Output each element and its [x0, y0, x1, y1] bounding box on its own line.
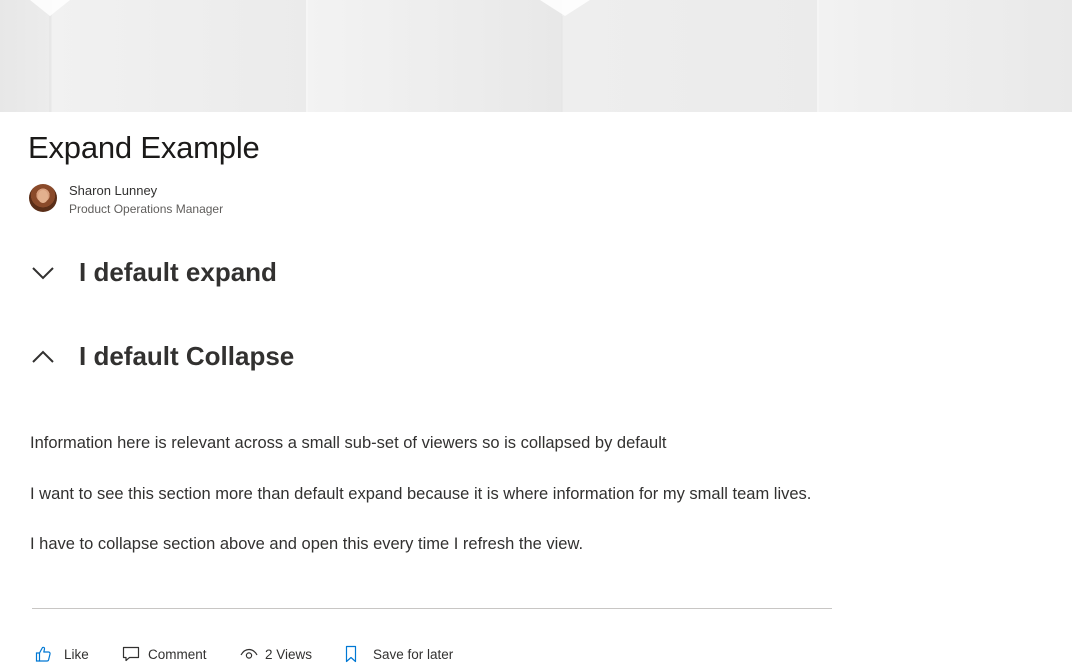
body-paragraph: I have to collapse section above and ope…	[30, 535, 584, 553]
author-role: Product Operations Manager	[69, 202, 224, 216]
avatar[interactable]	[29, 184, 57, 212]
section-title: I default Collapse	[79, 341, 295, 371]
views-count: 2 Views	[240, 642, 312, 666]
comment-icon	[122, 646, 140, 662]
divider	[32, 608, 832, 609]
body-paragraph: I want to see this section more than def…	[30, 485, 812, 503]
eye-icon	[240, 648, 258, 659]
save-for-later-label: Save for later	[373, 646, 454, 662]
header-banner	[0, 0, 1072, 112]
views-label: 2 Views	[265, 646, 313, 662]
like-button[interactable]: Like	[34, 642, 89, 666]
banner-pattern	[30, 0, 819, 112]
chevron-up-icon[interactable]	[30, 347, 56, 367]
page-content: Expand Example Sharon Lunney Product Ope…	[8, 112, 1072, 671]
author-name[interactable]: Sharon Lunney	[69, 183, 157, 198]
thumbs-up-icon	[35, 646, 51, 662]
like-label: Like	[64, 646, 89, 662]
bookmark-icon	[345, 645, 357, 663]
avatar-face	[38, 190, 48, 203]
comment-label: Comment	[148, 646, 207, 662]
save-for-later-button[interactable]: Save for later	[342, 642, 453, 666]
page-title: Expand Example	[28, 130, 260, 165]
body-paragraph: Information here is relevant across a sm…	[30, 434, 667, 452]
section-title: I default expand	[79, 257, 277, 287]
chevron-down-icon[interactable]	[30, 263, 56, 283]
comment-button[interactable]: Comment	[122, 642, 207, 666]
